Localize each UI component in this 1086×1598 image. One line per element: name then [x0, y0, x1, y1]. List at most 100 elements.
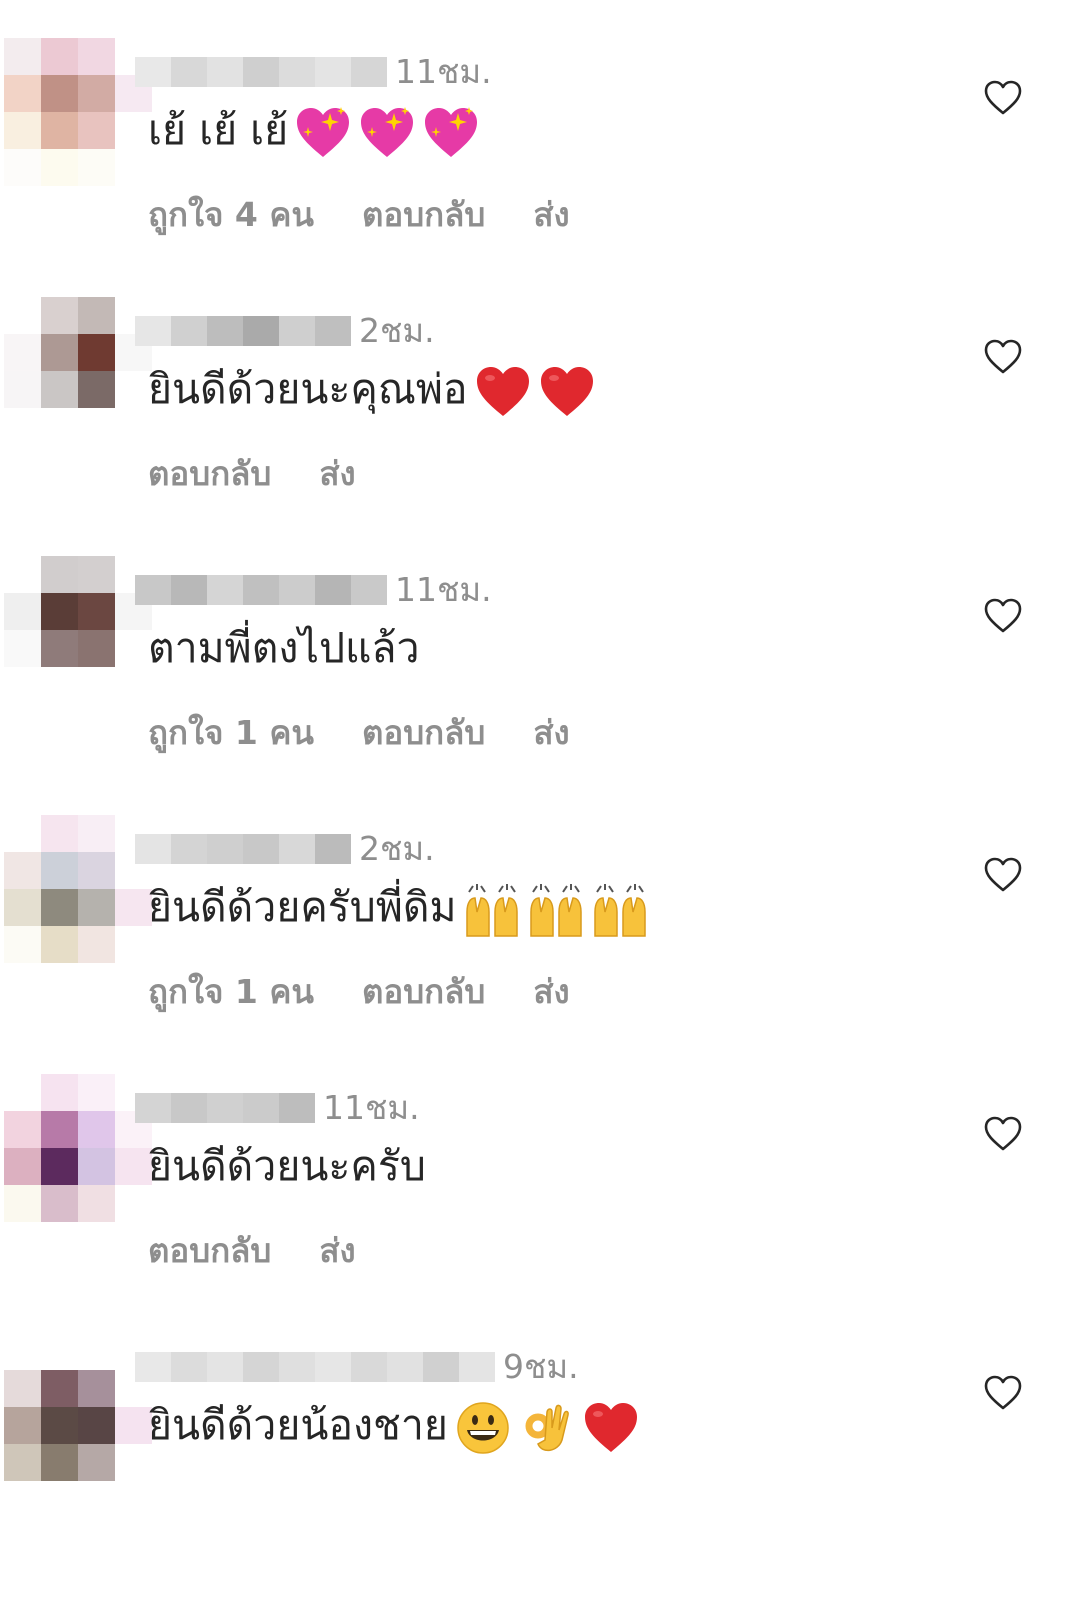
- avatar-pixel: [41, 408, 78, 445]
- username-blur-segment: [171, 1093, 207, 1123]
- comment-meta: 2ชม.: [135, 831, 435, 867]
- avatar-pixel: [4, 1148, 41, 1185]
- comment-item: 11ชม. เย้ เย้ เย้ ถูกใจ 4 คน ตอบกลับ ส่ง: [0, 38, 1086, 303]
- heart-icon[interactable]: [984, 339, 1022, 375]
- avatar[interactable]: [4, 297, 152, 445]
- avatar-pixel: [78, 112, 115, 149]
- username-blur-segment: [135, 834, 171, 864]
- reply-button[interactable]: ตอบกลับ: [362, 706, 485, 759]
- avatar-pixel: [115, 1185, 152, 1222]
- avatar-pixel: [78, 815, 115, 852]
- reply-button[interactable]: ตอบกลับ: [362, 188, 485, 241]
- username-blur-segment: [279, 57, 315, 87]
- username-blur-segment: [315, 57, 351, 87]
- avatar-pixel: [115, 1148, 152, 1185]
- username-blur-segment: [207, 575, 243, 605]
- avatar-pixel: [78, 1074, 115, 1111]
- send-button[interactable]: ส่ง: [319, 1224, 355, 1277]
- avatar-pixel: [41, 1333, 78, 1370]
- avatar-pixel: [4, 815, 41, 852]
- avatar[interactable]: [4, 38, 152, 186]
- likes-count-button[interactable]: ถูกใจ 4 คน: [148, 188, 314, 241]
- avatar-pixel: [115, 667, 152, 704]
- avatar-pixel: [41, 1407, 78, 1444]
- username-blur-segment: [135, 1093, 171, 1123]
- username-blurred[interactable]: [135, 1093, 315, 1123]
- comment-text-content: ตามพี่ตงไปแล้ว: [148, 624, 420, 672]
- username-blurred[interactable]: [135, 834, 351, 864]
- send-button[interactable]: ส่ง: [533, 965, 569, 1018]
- avatar-pixel: [4, 926, 41, 963]
- likes-count-button[interactable]: ถูกใจ 1 คน: [148, 965, 314, 1018]
- avatar-pixel: [4, 1407, 41, 1444]
- comment-actions: ตอบกลับ ส่ง: [148, 447, 404, 500]
- comment-emojis: [448, 1401, 640, 1454]
- heart-icon[interactable]: [984, 80, 1022, 116]
- avatar-pixel: [78, 334, 115, 371]
- avatar-pixel: [4, 408, 41, 445]
- avatar-pixel: [41, 926, 78, 963]
- avatar[interactable]: [4, 1074, 152, 1222]
- avatar-pixel: [41, 38, 78, 75]
- raising-hands-emoji-icon: [529, 884, 582, 937]
- send-button[interactable]: ส่ง: [533, 706, 569, 759]
- comment-item: 9ชม. ยินดีด้วยน้องชาย: [0, 1333, 1086, 1598]
- avatar-pixel: [78, 556, 115, 593]
- comment-actions: ถูกใจ 4 คน ตอบกลับ ส่ง: [148, 188, 618, 241]
- avatar[interactable]: [4, 815, 152, 963]
- username-blurred[interactable]: [135, 575, 387, 605]
- heart-icon[interactable]: [984, 1375, 1022, 1411]
- comment-time: 2ชม.: [359, 311, 435, 350]
- username-blurred[interactable]: [135, 57, 387, 87]
- heart-icon[interactable]: [984, 857, 1022, 893]
- username-blur-segment: [207, 57, 243, 87]
- avatar-pixel: [115, 926, 152, 963]
- reply-button[interactable]: ตอบกลับ: [148, 1224, 271, 1277]
- heart-icon[interactable]: [984, 1116, 1022, 1152]
- send-button[interactable]: ส่ง: [319, 447, 355, 500]
- send-button[interactable]: ส่ง: [533, 188, 569, 241]
- reply-button[interactable]: ตอบกลับ: [148, 447, 271, 500]
- avatar-pixel: [4, 556, 41, 593]
- comment-text: ยินดีด้วยนะครับ: [148, 1138, 426, 1194]
- avatar-pixel: [115, 1444, 152, 1481]
- avatar-pixel: [78, 889, 115, 926]
- username-blurred[interactable]: [135, 1352, 495, 1382]
- username-blur-segment: [243, 834, 279, 864]
- comment-item: 2ชม. ยินดีด้วยครับพี่ดิม ถูกใจ 1 คน ตอบก…: [0, 815, 1086, 1080]
- username-blur-segment: [243, 57, 279, 87]
- comment-text-content: ยินดีด้วยนะครับ: [148, 1142, 426, 1190]
- avatar-pixel: [41, 1111, 78, 1148]
- username-blur-segment: [315, 834, 351, 864]
- username-blur-segment: [279, 834, 315, 864]
- sparkling-heart-emoji-icon: [425, 107, 478, 157]
- username-blur-segment: [459, 1352, 495, 1382]
- avatar-pixel: [4, 371, 41, 408]
- avatar[interactable]: [4, 1333, 152, 1481]
- username-blur-segment: [315, 1352, 351, 1382]
- username-blurred[interactable]: [135, 316, 351, 346]
- username-blur-segment: [351, 1352, 387, 1382]
- heart-icon[interactable]: [984, 598, 1022, 634]
- likes-count-button[interactable]: ถูกใจ 1 คน: [148, 706, 314, 759]
- avatar-pixel: [41, 630, 78, 667]
- avatar-pixel: [78, 75, 115, 112]
- reply-button[interactable]: ตอบกลับ: [362, 965, 485, 1018]
- username-blur-segment: [171, 834, 207, 864]
- username-blur-segment: [135, 57, 171, 87]
- avatar-pixel: [4, 630, 41, 667]
- avatar-pixel: [41, 334, 78, 371]
- comment-actions: ถูกใจ 1 คน ตอบกลับ ส่ง: [148, 706, 618, 759]
- comment-actions: ตอบกลับ ส่ง: [148, 1224, 404, 1277]
- red-heart-emoji-icon: [540, 367, 593, 416]
- avatar-pixel: [115, 889, 152, 926]
- avatar-pixel: [4, 112, 41, 149]
- avatar-pixel: [115, 1407, 152, 1444]
- username-blur-segment: [243, 316, 279, 346]
- avatar[interactable]: [4, 556, 152, 704]
- avatar-pixel: [4, 1111, 41, 1148]
- avatar-pixel: [41, 593, 78, 630]
- raising-hands-emoji-icon: [465, 884, 518, 937]
- avatar-pixel: [78, 926, 115, 963]
- comment-text: ยินดีด้วยนะคุณพ่อ: [148, 361, 596, 420]
